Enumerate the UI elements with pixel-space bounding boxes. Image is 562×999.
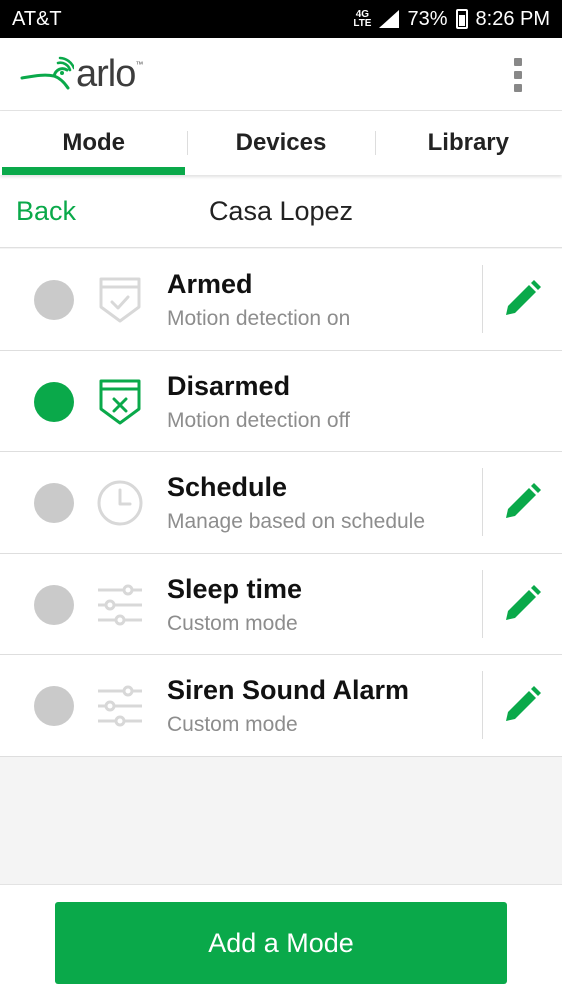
- mode-radio-schedule[interactable]: [34, 483, 74, 523]
- mode-radio-disarmed[interactable]: [34, 381, 74, 422]
- mode-name: Disarmed: [167, 370, 291, 401]
- carrier-name: AT&T: [12, 7, 62, 30]
- mode-description: Manage based on schedule: [167, 510, 426, 533]
- tab-mode[interactable]: Mode: [0, 111, 187, 175]
- mode-row-sleep-time[interactable]: Sleep time Custom mode: [0, 553, 562, 655]
- divider: [482, 671, 483, 739]
- clock-time: 8:26 PM: [475, 7, 550, 30]
- network-lte-icon: 4G LTE: [353, 9, 372, 29]
- divider: [482, 265, 483, 333]
- tab-bar: Mode Devices Library: [0, 111, 562, 175]
- mode-description: Motion detection on: [167, 307, 351, 330]
- mode-radio-siren-sound-alarm[interactable]: [34, 686, 74, 726]
- overflow-menu-icon[interactable]: [510, 58, 526, 92]
- edit-pencil-icon[interactable]: [500, 683, 544, 727]
- sliders-icon: [98, 584, 142, 625]
- back-button[interactable]: Back: [16, 175, 76, 248]
- battery-icon: [455, 9, 468, 29]
- clock-icon: [97, 480, 143, 526]
- bottom-action-bar: Add a Mode: [0, 884, 562, 999]
- mode-row-siren-sound-alarm[interactable]: Siren Sound Alarm Custom mode: [0, 655, 562, 757]
- page-title: Casa Lopez: [208, 196, 354, 226]
- arlo-bird-icon: [20, 56, 74, 90]
- arlo-logo: arlo ™: [20, 54, 143, 94]
- mode-row-schedule[interactable]: Schedule Manage based on schedule: [0, 452, 562, 554]
- mode-row-disarmed[interactable]: Disarmed Motion detection off: [0, 350, 562, 452]
- divider: [482, 569, 483, 638]
- sub-header: Casa Lopez Back: [0, 175, 562, 248]
- mode-description: Motion detection off: [167, 408, 350, 432]
- logo-trademark: ™: [135, 60, 144, 69]
- edit-pencil-icon[interactable]: [500, 582, 544, 626]
- tab-devices[interactable]: Devices: [187, 111, 374, 175]
- tab-library[interactable]: Library: [374, 111, 562, 175]
- mode-radio-armed[interactable]: [34, 280, 74, 320]
- mode-radio-sleep-time[interactable]: [34, 584, 74, 625]
- status-indicators: 4G LTE 73% 8:26 PM: [353, 8, 550, 31]
- status-bar: AT&T 4G LTE 73% 8:26 PM: [0, 0, 562, 38]
- signal-strength-icon: [379, 10, 400, 28]
- mode-name: Siren Sound Alarm: [167, 675, 410, 705]
- mode-name: Armed: [167, 269, 253, 299]
- mode-description: Custom mode: [167, 713, 298, 736]
- sliders-icon: [98, 685, 142, 727]
- mode-row-armed[interactable]: Armed Motion detection on: [0, 249, 562, 351]
- mode-list: Armed Motion detection on Disarmed Motio…: [0, 249, 562, 757]
- mode-name: Schedule: [167, 472, 288, 502]
- divider: [482, 468, 483, 536]
- edit-pencil-icon[interactable]: [500, 277, 544, 321]
- mode-description: Custom mode: [167, 611, 298, 635]
- add-mode-button[interactable]: Add a Mode: [55, 902, 507, 984]
- app-bar: arlo ™: [0, 38, 562, 111]
- battery-percent: 73%: [407, 7, 448, 30]
- logo-text: arlo: [76, 53, 136, 95]
- shield-x-icon: [99, 379, 141, 424]
- edit-pencil-icon[interactable]: [500, 480, 544, 524]
- mode-name: Sleep time: [167, 573, 303, 604]
- shield-check-icon: [99, 277, 141, 323]
